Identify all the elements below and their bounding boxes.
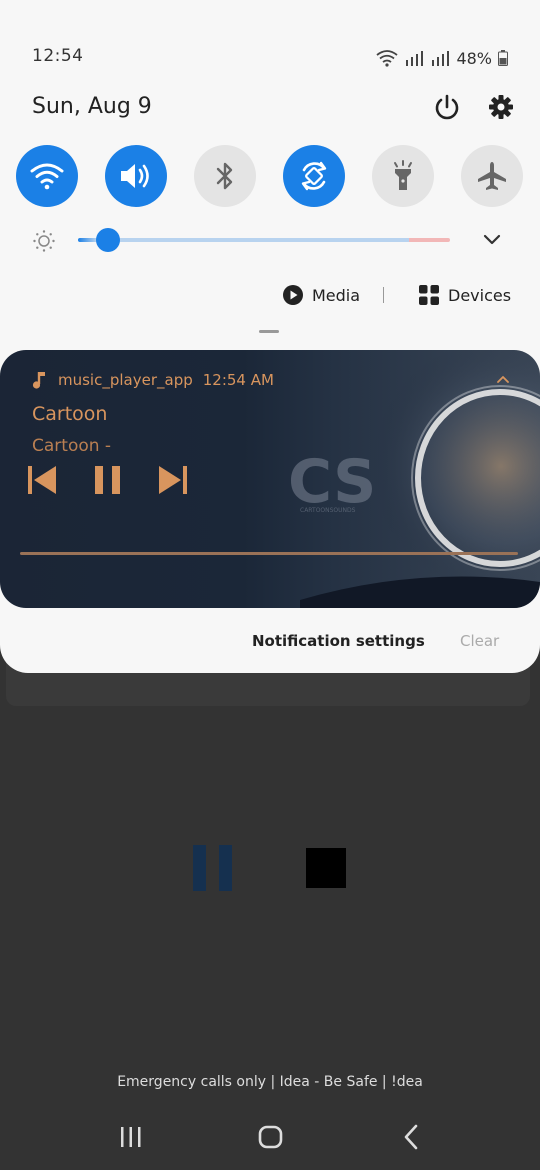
recent-apps-button[interactable] bbox=[116, 1123, 146, 1151]
home-button[interactable] bbox=[256, 1123, 286, 1151]
background-pause-icon[interactable] bbox=[193, 845, 235, 891]
art-caption-text: CARTOONSOUNDS bbox=[300, 507, 356, 514]
brightness-slider-thumb[interactable] bbox=[96, 228, 120, 252]
date-label: Sun, Aug 9 bbox=[32, 94, 152, 119]
sound-icon bbox=[121, 164, 149, 188]
emergency-calls-text: Emergency calls only | Idea - Be Safe | … bbox=[117, 1074, 423, 1090]
chevron-down-icon[interactable] bbox=[482, 233, 502, 247]
music-note-icon bbox=[32, 372, 45, 389]
media-devices-divider bbox=[383, 287, 384, 303]
flashlight-icon bbox=[394, 160, 412, 190]
power-icon[interactable] bbox=[432, 92, 462, 122]
back-button[interactable] bbox=[398, 1123, 428, 1151]
pause-icon[interactable] bbox=[90, 462, 126, 498]
wifi-icon bbox=[30, 163, 64, 190]
previous-track-icon[interactable] bbox=[24, 462, 60, 498]
devices-button[interactable]: Devices bbox=[418, 283, 511, 307]
bluetooth-icon bbox=[216, 162, 233, 190]
settings-gear-icon[interactable] bbox=[486, 92, 516, 122]
brightness-slider-track[interactable] bbox=[78, 238, 450, 242]
devices-grid-icon bbox=[419, 285, 439, 305]
wifi-toggle[interactable] bbox=[16, 145, 78, 207]
devices-label: Devices bbox=[448, 285, 512, 305]
sound-toggle[interactable] bbox=[105, 145, 167, 207]
song-artist: Cartoon - bbox=[32, 436, 112, 456]
status-indicators: 48% bbox=[376, 46, 508, 70]
cell-signal-1-icon bbox=[406, 51, 424, 66]
clear-button[interactable]: Clear bbox=[460, 632, 499, 650]
playback-progress-bar[interactable] bbox=[20, 552, 518, 555]
media-app-name: music_player_app bbox=[58, 371, 193, 389]
status-time: 12:54 bbox=[32, 46, 84, 66]
wifi-signal-icon bbox=[376, 50, 398, 67]
brightness-icon bbox=[33, 230, 55, 252]
airplane-mode-icon bbox=[478, 162, 506, 190]
flashlight-toggle[interactable] bbox=[372, 145, 434, 207]
shade-drag-handle[interactable] bbox=[259, 330, 279, 333]
bluetooth-toggle[interactable] bbox=[194, 145, 256, 207]
media-label: Media bbox=[312, 285, 361, 305]
background-stop-icon[interactable] bbox=[306, 848, 346, 888]
airplane-mode-toggle[interactable] bbox=[461, 145, 523, 207]
media-card-header: music_player_app 12:54 AM bbox=[32, 368, 274, 392]
battery-percent: 48% bbox=[456, 48, 492, 68]
play-circle-icon bbox=[283, 285, 303, 305]
media-button[interactable]: Media bbox=[282, 283, 360, 307]
next-track-icon[interactable] bbox=[155, 462, 191, 498]
auto-rotate-icon bbox=[301, 161, 327, 191]
chevron-up-icon[interactable] bbox=[496, 374, 510, 384]
quick-settings-row bbox=[16, 145, 528, 207]
media-time: 12:54 AM bbox=[202, 371, 274, 389]
cell-signal-2-icon bbox=[432, 51, 450, 66]
auto-rotate-toggle[interactable] bbox=[283, 145, 345, 207]
song-title: Cartoon bbox=[32, 403, 108, 425]
battery-icon bbox=[498, 50, 508, 66]
notification-settings-button[interactable]: Notification settings bbox=[252, 632, 425, 650]
